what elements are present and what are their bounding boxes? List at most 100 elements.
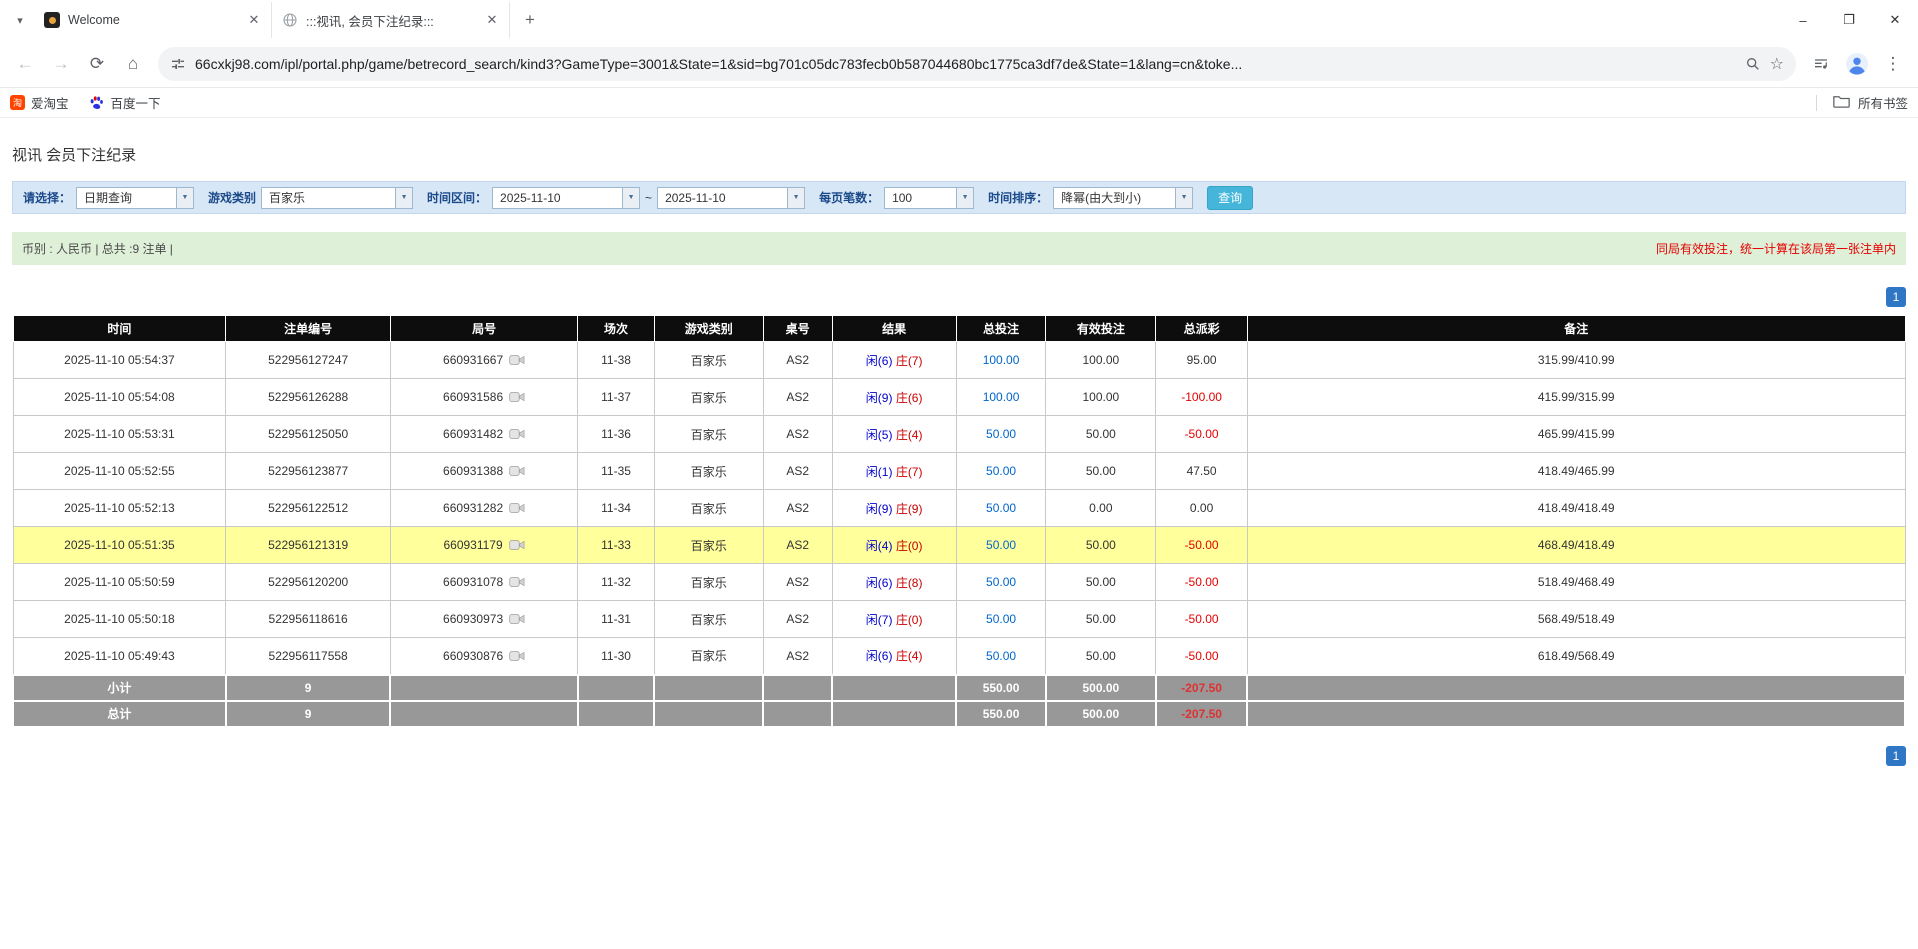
new-tab-button[interactable]: +: [516, 6, 544, 34]
bookmark-star-icon[interactable]: ☆: [1770, 54, 1784, 74]
table-row[interactable]: 2025-11-10 05:54:37522956127247660931667…: [13, 342, 1905, 379]
video-replay-icon[interactable]: [509, 576, 525, 588]
cell-session: 11-34: [578, 490, 655, 527]
grand-total-total-bet: 550.00: [956, 701, 1046, 727]
tab-welcome[interactable]: Welcome ✕: [34, 2, 272, 38]
bookmark-baidu[interactable]: 百度一下: [89, 93, 161, 112]
total-bet-link[interactable]: 50.00: [986, 649, 1016, 663]
cell-note: 415.99/315.99: [1247, 379, 1905, 416]
cell-table-no: AS2: [763, 416, 832, 453]
query-type-select[interactable]: 日期查询 ▼: [76, 187, 194, 209]
table-row[interactable]: 2025-11-10 05:52:13522956122512660931282…: [13, 490, 1905, 527]
chevron-down-icon[interactable]: ▼: [176, 188, 193, 208]
game-type-select[interactable]: 百家乐 ▼: [261, 187, 413, 209]
tab-betrecord[interactable]: :::视讯, 会员下注纪录::: ✕: [272, 2, 510, 38]
table-row[interactable]: 2025-11-10 05:54:08522956126288660931586…: [13, 379, 1905, 416]
bookmark-label: 爱淘宝: [31, 93, 69, 112]
video-replay-icon[interactable]: [509, 391, 525, 403]
chevron-down-icon[interactable]: ▼: [622, 188, 639, 208]
table-row[interactable]: 2025-11-10 05:51:35522956121319660931179…: [13, 527, 1905, 564]
table-row[interactable]: 2025-11-10 05:53:31522956125050660931482…: [13, 416, 1905, 453]
video-replay-icon[interactable]: [509, 465, 525, 477]
tab-close-icon[interactable]: ✕: [483, 11, 501, 29]
cell-result: 闲(7) 庄(0): [832, 601, 956, 638]
minimize-button[interactable]: –: [1780, 0, 1826, 40]
page-number-button[interactable]: 1: [1886, 287, 1906, 307]
pagination-top: 1: [12, 287, 1906, 307]
cell-total-bet: 50.00: [956, 416, 1046, 453]
result-player: 闲(6): [866, 354, 893, 368]
video-replay-icon[interactable]: [509, 428, 525, 440]
chevron-down-icon[interactable]: ▼: [395, 188, 412, 208]
cell-bet-id: 522956126288: [226, 379, 391, 416]
chevron-down-icon[interactable]: ▼: [787, 188, 804, 208]
bookmark-label: 百度一下: [111, 93, 161, 112]
cell-table-no: AS2: [763, 342, 832, 379]
date-from-input[interactable]: 2025-11-10 ▼: [492, 187, 640, 209]
close-button[interactable]: ✕: [1872, 0, 1918, 40]
cell-session: 11-30: [578, 638, 655, 675]
table-row[interactable]: 2025-11-10 05:49:43522956117558660930876…: [13, 638, 1905, 675]
page-number-button[interactable]: 1: [1886, 746, 1906, 766]
video-replay-icon[interactable]: [509, 354, 525, 366]
url-text[interactable]: 66cxkj98.com/ipl/portal.php/game/betreco…: [195, 56, 1736, 72]
folder-icon: [1833, 94, 1850, 111]
total-bet-link[interactable]: 50.00: [986, 501, 1016, 515]
bookmark-taobao[interactable]: 淘 爱淘宝: [10, 93, 69, 112]
date-to-input[interactable]: 2025-11-10 ▼: [657, 187, 805, 209]
video-replay-icon[interactable]: [509, 650, 525, 662]
total-bet-link[interactable]: 100.00: [983, 353, 1020, 367]
result-player: 闲(6): [866, 576, 893, 590]
tab-search-icon[interactable]: ▾: [6, 6, 34, 34]
cell-time: 2025-11-10 05:54:08: [13, 379, 226, 416]
table-row[interactable]: 2025-11-10 05:50:59522956120200660931078…: [13, 564, 1905, 601]
cell-round-id: 660930876: [390, 638, 577, 675]
video-replay-icon[interactable]: [509, 613, 525, 625]
column-header: 桌号: [763, 316, 832, 342]
chevron-down-icon[interactable]: ▼: [956, 188, 973, 208]
cell-result: 闲(1) 庄(7): [832, 453, 956, 490]
result-banker: 庄(6): [896, 391, 923, 405]
cell-game-type: 百家乐: [654, 379, 763, 416]
total-bet-link[interactable]: 50.00: [986, 612, 1016, 626]
total-bet-link[interactable]: 50.00: [986, 538, 1016, 552]
home-icon[interactable]: ⌂: [116, 47, 150, 81]
zoom-icon[interactable]: [1745, 56, 1761, 72]
table-row[interactable]: 2025-11-10 05:50:18522956118616660930973…: [13, 601, 1905, 638]
profile-avatar[interactable]: [1840, 47, 1874, 81]
window-controls: – ❐ ✕: [1780, 0, 1918, 40]
cell-bet-id: 522956118616: [226, 601, 391, 638]
tab-close-icon[interactable]: ✕: [245, 11, 263, 29]
forward-icon[interactable]: →: [44, 47, 78, 81]
total-bet-link[interactable]: 100.00: [983, 390, 1020, 404]
chevron-down-icon[interactable]: ▼: [1175, 188, 1192, 208]
menu-kebab-icon[interactable]: ⋮: [1876, 47, 1910, 81]
maximize-button[interactable]: ❐: [1826, 0, 1872, 40]
summary-bar: 币别 : 人民币 | 总共 :9 注单 | 同局有效投注，统一计算在该局第一张注…: [12, 232, 1906, 265]
sort-select[interactable]: 降幂(由大到小) ▼: [1053, 187, 1193, 209]
video-replay-icon[interactable]: [509, 502, 525, 514]
cell-payout: -100.00: [1156, 379, 1248, 416]
cell-round-id: 660931282: [390, 490, 577, 527]
per-page-select[interactable]: 100 ▼: [884, 187, 974, 209]
cell-result: 闲(6) 庄(8): [832, 564, 956, 601]
search-button[interactable]: 查询: [1207, 186, 1253, 210]
cell-game-type: 百家乐: [654, 601, 763, 638]
table-row[interactable]: 2025-11-10 05:52:55522956123877660931388…: [13, 453, 1905, 490]
select-label: 请选择：: [23, 189, 71, 206]
reload-icon[interactable]: ⟳: [80, 47, 114, 81]
subtotal-label: 小计: [13, 675, 226, 701]
site-info-tune-icon[interactable]: [170, 56, 186, 72]
cell-bet-id: 522956117558: [226, 638, 391, 675]
result-banker: 庄(9): [896, 502, 923, 516]
total-bet-link[interactable]: 50.00: [986, 464, 1016, 478]
back-icon[interactable]: ←: [8, 47, 42, 81]
video-replay-icon[interactable]: [509, 539, 525, 551]
media-controls-icon[interactable]: [1804, 47, 1838, 81]
all-bookmarks[interactable]: 所有书签: [1816, 93, 1908, 112]
total-bet-link[interactable]: 50.00: [986, 575, 1016, 589]
total-bet-link[interactable]: 50.00: [986, 427, 1016, 441]
url-bar[interactable]: 66cxkj98.com/ipl/portal.php/game/betreco…: [158, 47, 1796, 81]
result-banker: 庄(0): [896, 613, 923, 627]
cell-note: 468.49/418.49: [1247, 527, 1905, 564]
